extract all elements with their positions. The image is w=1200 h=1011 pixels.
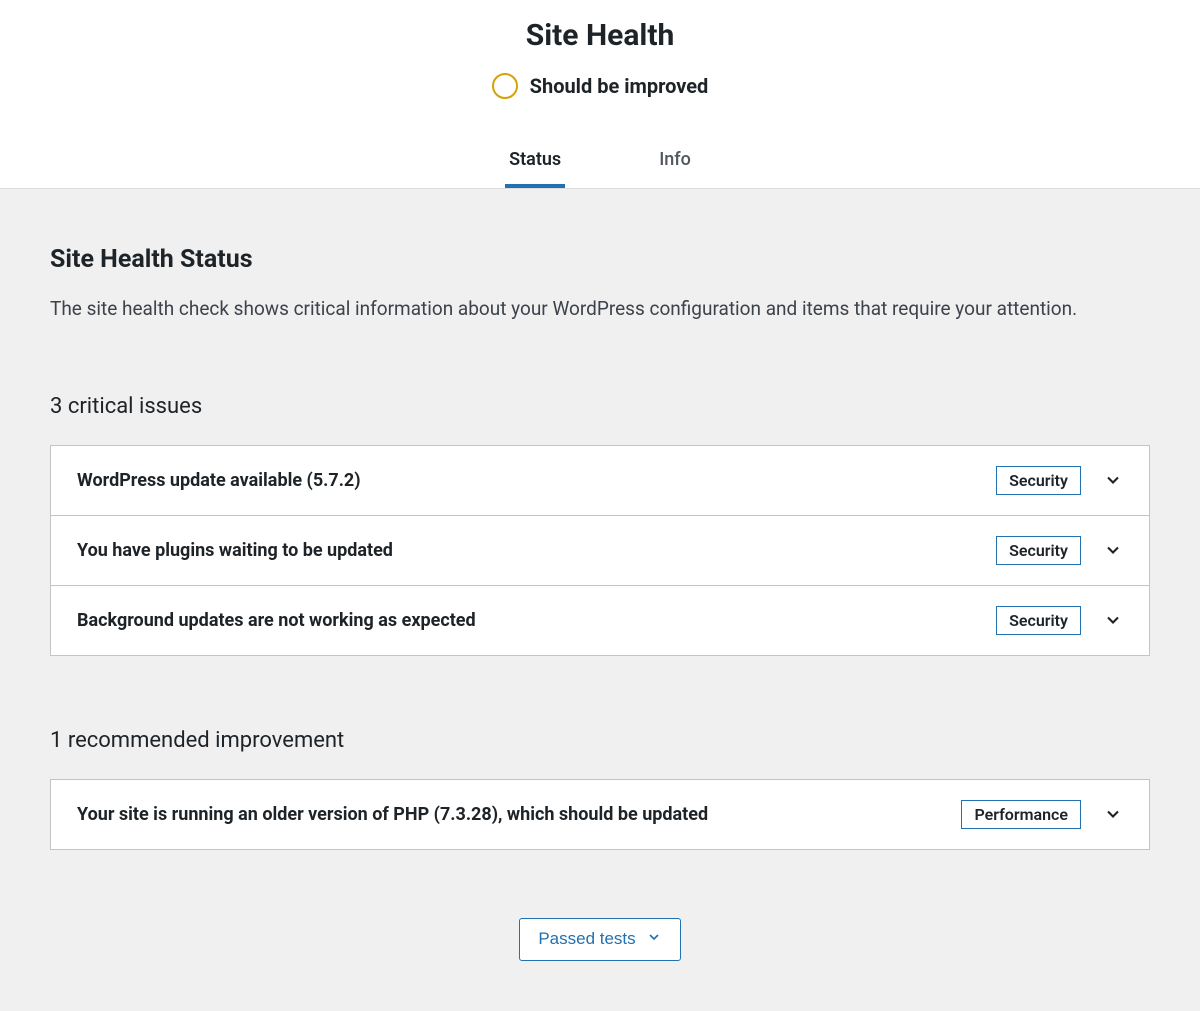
tab-status[interactable]: Status: [505, 137, 565, 188]
critical-issues-heading: 3 critical issues: [50, 394, 1150, 419]
passed-tests-label: Passed tests: [538, 929, 635, 949]
issue-row[interactable]: WordPress update available (5.7.2) Secur…: [51, 446, 1149, 516]
status-indicator-icon: [492, 73, 518, 99]
chevron-down-icon: [1103, 540, 1123, 560]
issue-title: Background updates are not working as ex…: [77, 610, 996, 631]
issue-title: Your site is running an older version of…: [77, 804, 961, 825]
issue-badge-security: Security: [996, 536, 1081, 565]
passed-tests-button[interactable]: Passed tests: [519, 918, 680, 961]
issue-row[interactable]: Background updates are not working as ex…: [51, 586, 1149, 655]
header: Site Health Should be improved Status In…: [0, 0, 1200, 189]
page-title: Site Health: [0, 18, 1200, 53]
section-description: The site health check shows critical inf…: [50, 296, 1150, 322]
section-heading: Site Health Status: [50, 245, 1150, 274]
tabs: Status Info: [0, 137, 1200, 188]
issue-title: WordPress update available (5.7.2): [77, 470, 996, 491]
passed-tests-row: Passed tests: [50, 918, 1150, 961]
issue-row[interactable]: Your site is running an older version of…: [51, 780, 1149, 849]
issue-row[interactable]: You have plugins waiting to be updated S…: [51, 516, 1149, 586]
issue-badge-security: Security: [996, 466, 1081, 495]
main-content: Site Health Status The site health check…: [0, 189, 1200, 1011]
tab-info[interactable]: Info: [655, 137, 695, 188]
recommended-heading: 1 recommended improvement: [50, 728, 1150, 753]
chevron-down-icon: [1103, 804, 1123, 824]
recommended-issues-list: Your site is running an older version of…: [50, 779, 1150, 850]
chevron-down-icon: [1103, 610, 1123, 630]
issue-badge-security: Security: [996, 606, 1081, 635]
critical-issues-list: WordPress update available (5.7.2) Secur…: [50, 445, 1150, 656]
chevron-down-icon: [1103, 470, 1123, 490]
status-label: Should be improved: [530, 74, 709, 98]
status-summary: Should be improved: [0, 73, 1200, 99]
chevron-down-icon: [646, 929, 662, 950]
issue-title: You have plugins waiting to be updated: [77, 540, 996, 561]
issue-badge-performance: Performance: [961, 800, 1081, 829]
